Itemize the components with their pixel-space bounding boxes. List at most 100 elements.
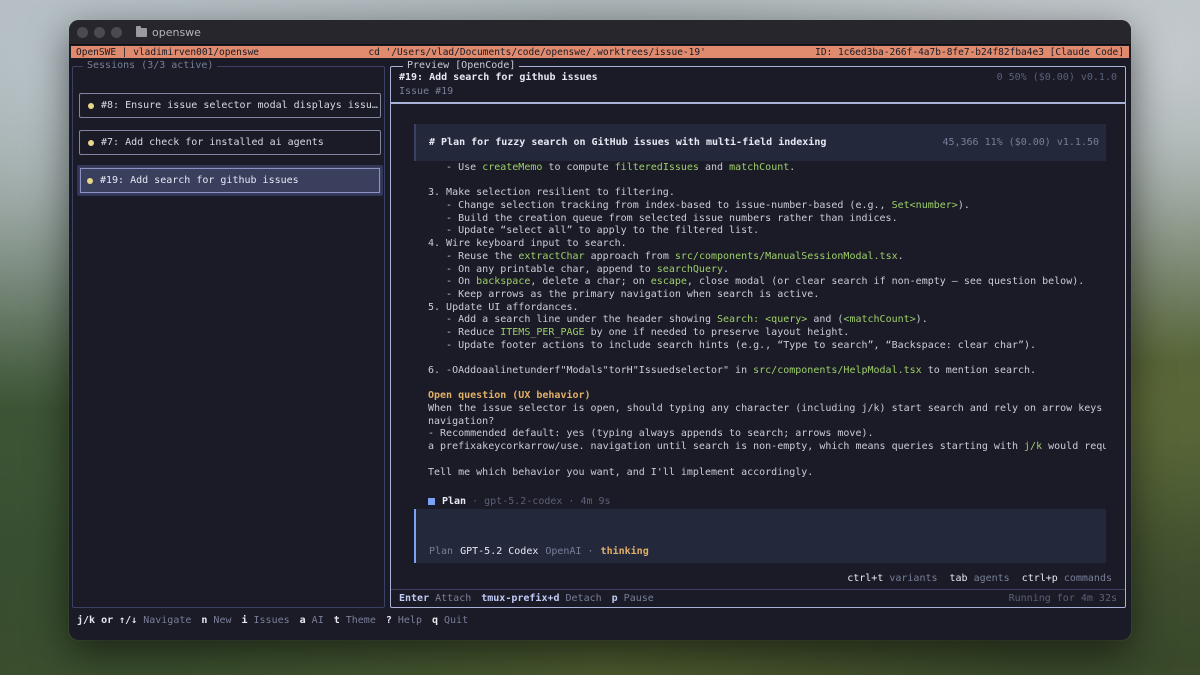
keybinding-key[interactable]: t (334, 615, 340, 626)
plan-label: Plan (442, 496, 467, 507)
plan-text-segment: - Reduce (428, 326, 501, 338)
plan-text-segment: - On any printable char, append to (428, 263, 657, 275)
minimize-window-button[interactable] (94, 26, 105, 38)
plan-text-segment: - Update footer actions to include searc… (428, 339, 1037, 351)
keybinding-key[interactable]: i (241, 615, 247, 626)
plan-text-segment: - Reuse the (428, 250, 519, 262)
plan-text-segment: ). (957, 200, 970, 212)
input-provider: OpenAI · (545, 546, 594, 557)
preview-stats: 0 50% ($0.00) v0.1.0 (996, 72, 1117, 83)
input-model: GPT-5.2 Codex (460, 546, 539, 557)
plan-text-segment: approach from (584, 250, 675, 262)
plan-text-segment: 5. Update UI affordances. (428, 301, 579, 313)
plan-text-segment: - Add a search line under the header sho… (428, 314, 717, 326)
plan-text-segment: Tell me which behavior you want, and I'l… (428, 466, 814, 478)
session-label: #8: Ensure issue selector modal displays… (101, 100, 378, 111)
plan-line: navigation? (428, 416, 1106, 429)
plan-content[interactable]: # Plan for fuzzy search on GitHub issues… (414, 124, 1106, 504)
plan-footer-line: Plan · gpt-5.2-codex · 4m 9s (428, 496, 611, 507)
plan-text-segment: 3. Make selection resilient to filtering… (428, 187, 675, 199)
code-highlight: extractChar (518, 250, 585, 262)
plan-text-segment: to compute (542, 162, 615, 173)
code-highlight: <matchCount> (843, 314, 916, 326)
keybinding-label: Theme (345, 615, 376, 626)
plan-text-segment: a prefixakeycorkarrow/use. navigation un… (428, 441, 1025, 453)
plan-line: - Recommended default: yes (typing alway… (428, 428, 1106, 441)
plan-line: - Keep arrows as the primary navigation … (428, 289, 1106, 302)
code-highlight: searchQuery (656, 263, 724, 275)
plan-line: Open question (UX behavior) (428, 390, 1106, 403)
session-status-dot (87, 177, 93, 184)
plan-stats: 45,366 11% ($0.00) v1.1.50 (942, 137, 1099, 148)
preview-divider (391, 102, 1125, 104)
code-highlight: createMemo (482, 162, 543, 173)
plan-text-segment: and (698, 162, 730, 173)
shortcut-key: ctrl+t (847, 573, 884, 584)
status-bar: OpenSWE | vladimirven001/openswe cd '/Us… (71, 46, 1129, 58)
session-label: #7: Add check for installed ai agents (101, 137, 324, 148)
keybinding-label: Issues (253, 615, 290, 626)
keybinding-key[interactable]: a (300, 615, 306, 626)
prompt-input[interactable]: Plan GPT-5.2 Codex OpenAI · thinking (414, 509, 1106, 563)
plan-line: When the issue selector is open, should … (428, 403, 1106, 416)
plan-text-segment: ). (915, 314, 928, 326)
code-highlight: j/k (1024, 441, 1043, 453)
code-highlight: Set<number> (891, 200, 958, 212)
keybinding-key[interactable]: n (201, 615, 207, 626)
plan-line: 5. Update UI affordances. (428, 302, 1106, 315)
plan-line: - On any printable char, append to searc… (428, 264, 1106, 277)
zoom-window-button[interactable] (111, 26, 122, 38)
plan-line: - Update footer actions to include searc… (428, 340, 1106, 353)
plan-meta: · gpt-5.2-codex · 4m 9s (472, 496, 611, 507)
keybinding-label: Quit (444, 615, 469, 626)
session-item-selected[interactable]: #19: Add search for github issues (77, 165, 383, 196)
shortcut-agents[interactable]: tab agents (950, 573, 1010, 584)
preview-footer: Enter Attach tmux-prefix+d Detach p Pause R… (391, 589, 1125, 607)
plan-line (428, 175, 1106, 188)
status-cd-command: cd '/Users/vlad/Documents/code/openswe/.… (368, 46, 706, 58)
plan-text-segment: - Build the creation queue from selected… (428, 212, 898, 224)
shortcut-label: agents (973, 573, 1010, 584)
footer-key-detach[interactable]: tmux-prefix+d (481, 593, 559, 604)
keybinding-label: New (213, 615, 232, 626)
plan-text-segment: by one if needed to preserve layout heig… (584, 326, 850, 338)
footer-key-pause[interactable]: p (612, 593, 618, 604)
session-status-dot (88, 102, 94, 109)
plan-line: - Reduce ITEMS_PER_PAGE by one if needed… (428, 327, 1106, 340)
keybinding-bar: j/k or ↑/↓ Navigate n New i Issues a AI t Theme? H… (77, 615, 478, 626)
keybinding-key[interactable]: q (432, 615, 438, 626)
plan-line: - Use createMemo to compute filteredIssu… (428, 162, 1106, 175)
title-bar: openswe (69, 20, 1131, 45)
sessions-panel: Sessions (3/3 active) #8: Ensure issue s… (72, 60, 385, 608)
plan-text-segment: . (897, 250, 904, 262)
close-window-button[interactable] (77, 26, 88, 38)
session-item[interactable]: #7: Add check for installed ai agents (79, 130, 381, 155)
plan-line (428, 378, 1106, 391)
plan-line: - Build the creation queue from selected… (428, 213, 1106, 226)
keybinding-key[interactable]: j/k or ↑/↓ (77, 615, 137, 626)
plan-line: Tell me which behavior you want, and I'l… (428, 467, 1106, 480)
code-highlight: src/components/HelpModal.tsx (753, 365, 922, 376)
plan-title: # Plan for fuzzy search on GitHub issues… (429, 137, 827, 148)
session-item[interactable]: #8: Ensure issue selector modal displays… (79, 93, 381, 118)
shortcut-commands[interactable]: ctrl+p commands (1022, 573, 1112, 584)
plan-text-segment: navigation? (428, 415, 495, 427)
plan-text-segment: - Update “select all” to apply to the fi… (428, 225, 760, 237)
shortcut-variants[interactable]: ctrl+t variants (847, 573, 937, 584)
footer-key-attach[interactable]: Enter (399, 593, 429, 604)
plan-line (428, 352, 1106, 365)
plan-text-segment: - Keep arrows as the primary navigation … (428, 288, 820, 300)
running-timer: Running for 4m 32s (1008, 593, 1117, 604)
footer-label-pause: Pause (623, 593, 654, 604)
preview-legend: Preview [OpenCode] (403, 60, 520, 72)
plan-line: - Change selection tracking from index-b… (428, 200, 1106, 213)
keybinding-key[interactable]: ? (386, 615, 392, 626)
plan-text-segment: , close modal (or clear search if non-em… (686, 276, 1085, 288)
shortcut-hints: ctrl+t variants tab agents ctrl+p commands (847, 573, 1112, 584)
code-highlight: escape (650, 276, 687, 288)
plan-line: a prefixakeycorkarrow/use. navigation un… (428, 441, 1106, 454)
plan-text-segment: - Change selection tracking from index-b… (428, 200, 892, 212)
plan-line: - Update “select all” to apply to the fi… (428, 225, 1106, 238)
terminal-window: openswe OpenSWE | vladimirven001/openswe… (69, 20, 1131, 640)
plan-line: 6. -OAddoaalinetunderf"Modals"torH"Issue… (428, 365, 1106, 378)
